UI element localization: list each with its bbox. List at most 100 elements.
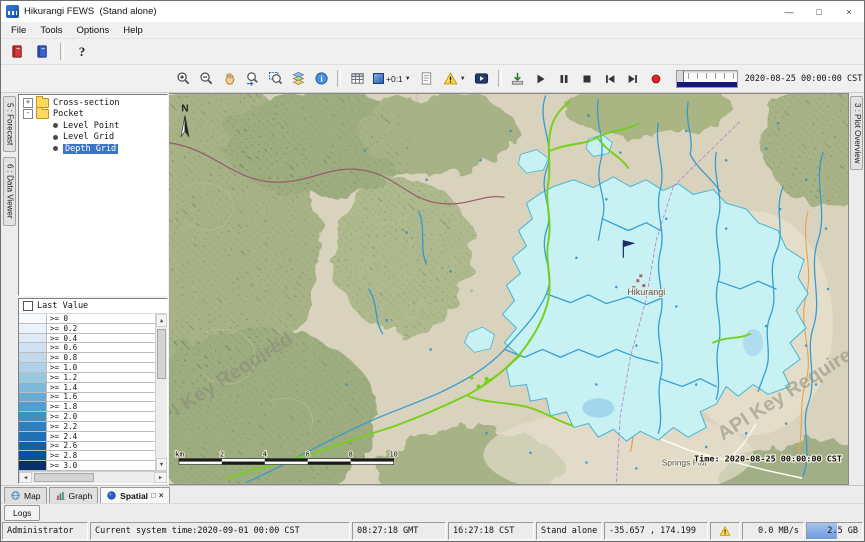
scroll-right-icon[interactable]: ▶	[154, 472, 167, 483]
tab-spatial[interactable]: Spatial □ ×	[100, 487, 169, 503]
town-label: Hikurangi	[627, 287, 665, 297]
tab-graph[interactable]: Graph	[49, 487, 99, 503]
tab-graph-label: Graph	[69, 491, 93, 501]
forecast-close-button[interactable]	[31, 41, 53, 63]
legend-value: >= 1.8	[47, 402, 80, 411]
tree-item-level-grid[interactable]: Level Grid	[19, 132, 167, 144]
scroll-up-icon[interactable]: ▲	[156, 314, 167, 327]
tree-item-depth-grid[interactable]: Depth Grid	[19, 143, 167, 155]
legend-swatch	[19, 393, 47, 402]
movie-icon	[474, 71, 489, 86]
maximize-button[interactable]: □	[804, 1, 834, 22]
scroll-down-icon[interactable]: ▼	[156, 458, 167, 471]
map-viewport: API Key Required API Key Required Hikura…	[169, 93, 849, 485]
warning-dropdown[interactable]: ▼	[439, 68, 470, 90]
menu-item[interactable]: Tools	[33, 25, 69, 36]
stop-button[interactable]	[576, 68, 598, 90]
svg-text:6: 6	[306, 451, 310, 459]
toolbar-timestamp: 2020-08-25 00:00:00 CST	[745, 74, 863, 84]
zoom-previous-button[interactable]	[241, 68, 263, 90]
legend-vertical-scrollbar[interactable]: ▲ ▼	[156, 314, 167, 471]
interval-label: +0:1	[386, 74, 403, 84]
tab-map[interactable]: Map	[4, 487, 47, 503]
pause-button[interactable]	[553, 68, 575, 90]
legend-row: >= 2.6	[19, 442, 155, 452]
timeline-slider[interactable]	[676, 70, 738, 88]
close-button[interactable]: ×	[834, 1, 864, 22]
grid-display-button[interactable]	[346, 68, 368, 90]
detach-panel-icon[interactable]: □	[151, 492, 156, 500]
toolbar-separator	[498, 70, 502, 87]
zoom-extent-button[interactable]	[264, 68, 286, 90]
folder-icon	[36, 109, 49, 119]
close-tab-icon[interactable]: ×	[159, 492, 164, 500]
record-button[interactable]	[645, 68, 667, 90]
status-warning-cell[interactable]	[710, 522, 740, 540]
legend-swatch	[19, 343, 47, 352]
legend-row: >= 2.2	[19, 422, 155, 432]
scalebar-button[interactable]	[416, 68, 438, 90]
legend-row: >= 0.4	[19, 334, 155, 344]
folder-icon	[36, 98, 49, 108]
collapse-icon[interactable]: -	[23, 109, 33, 119]
scroll-thumb[interactable]	[34, 473, 94, 482]
forecast-open-button[interactable]	[6, 41, 28, 63]
minimize-button[interactable]: —	[774, 1, 804, 22]
zoom-out-button[interactable]	[195, 68, 217, 90]
legend-row: >= 0.8	[19, 353, 155, 363]
legend-value: >= 0	[47, 314, 71, 323]
menu-item[interactable]: Help	[116, 25, 150, 36]
blue-book-icon	[35, 44, 50, 59]
tab-data-viewer[interactable]: 6 : Data Viewer	[3, 157, 16, 226]
window-controls: — □ ×	[774, 1, 864, 22]
legend-swatch	[19, 383, 47, 392]
play-button[interactable]	[530, 68, 552, 90]
legend-value: >= 1.4	[47, 383, 80, 392]
legend-swatch	[19, 432, 47, 441]
interval-dropdown[interactable]: +0:1 ▼	[369, 68, 415, 90]
logs-button[interactable]: Logs	[4, 505, 40, 521]
toolbar-top: ?	[1, 39, 864, 65]
skip-end-button[interactable]	[622, 68, 644, 90]
legend-body: >= 0 >= 0.2 >= 0.4 >= 0.6 >= 0.8	[19, 314, 167, 471]
legend-value: >= 1.0	[47, 363, 80, 372]
status-coordinates: -35.657 , 174.199	[604, 522, 708, 540]
pan-button[interactable]	[218, 68, 240, 90]
skip-end-icon	[626, 72, 640, 86]
tree-item-label: Level Grid	[63, 132, 114, 142]
legend-swatch	[19, 402, 47, 411]
map-time-label: Time: 2020-08-25 00:00:00 CST	[694, 454, 842, 464]
last-value-checkbox[interactable]	[23, 301, 33, 311]
scroll-left-icon[interactable]: ◀	[19, 472, 32, 483]
status-bar: Administrator Current system time:2020-0…	[1, 521, 864, 541]
help-button[interactable]: ?	[71, 41, 93, 63]
export-button[interactable]	[507, 68, 529, 90]
info-button[interactable]: i	[310, 68, 332, 90]
animation-button[interactable]	[471, 68, 493, 90]
legend-list: >= 0 >= 0.2 >= 0.4 >= 0.6 >= 0.8	[19, 314, 156, 471]
title-bar: Hikurangi FEWS (Stand alone) — □ ×	[1, 1, 864, 22]
tree-item-level-point[interactable]: Level Point	[19, 120, 167, 132]
main-area: 5 : Forecast 6 : Data Viewer + Cross-sec…	[1, 93, 864, 485]
menu-item[interactable]: File	[4, 25, 33, 36]
map-canvas[interactable]: API Key Required API Key Required Hikura…	[169, 94, 848, 484]
tab-forecast[interactable]: 5 : Forecast	[3, 96, 16, 152]
layers-button[interactable]	[287, 68, 309, 90]
chart-icon	[55, 490, 66, 501]
scroll-thumb[interactable]	[157, 329, 166, 379]
menu-item[interactable]: Options	[70, 25, 117, 36]
layer-dot-icon	[53, 123, 58, 128]
tab-plot-overview[interactable]: 3 : Plot Overview	[850, 96, 863, 170]
red-book-icon	[10, 44, 25, 59]
skip-start-button[interactable]	[599, 68, 621, 90]
legend-row: >= 1.6	[19, 393, 155, 403]
layers-icon	[291, 71, 306, 86]
hand-icon	[222, 71, 237, 86]
status-mode: Stand alone	[536, 522, 602, 540]
tree-item-pocket[interactable]: - Pocket	[19, 109, 167, 121]
scroll-track[interactable]	[156, 327, 167, 458]
legend-value: >= 0.6	[47, 343, 80, 352]
legend-horizontal-scrollbar[interactable]: ◀ ▶	[19, 471, 167, 483]
expand-icon[interactable]: +	[23, 98, 33, 108]
zoom-in-button[interactable]	[172, 68, 194, 90]
